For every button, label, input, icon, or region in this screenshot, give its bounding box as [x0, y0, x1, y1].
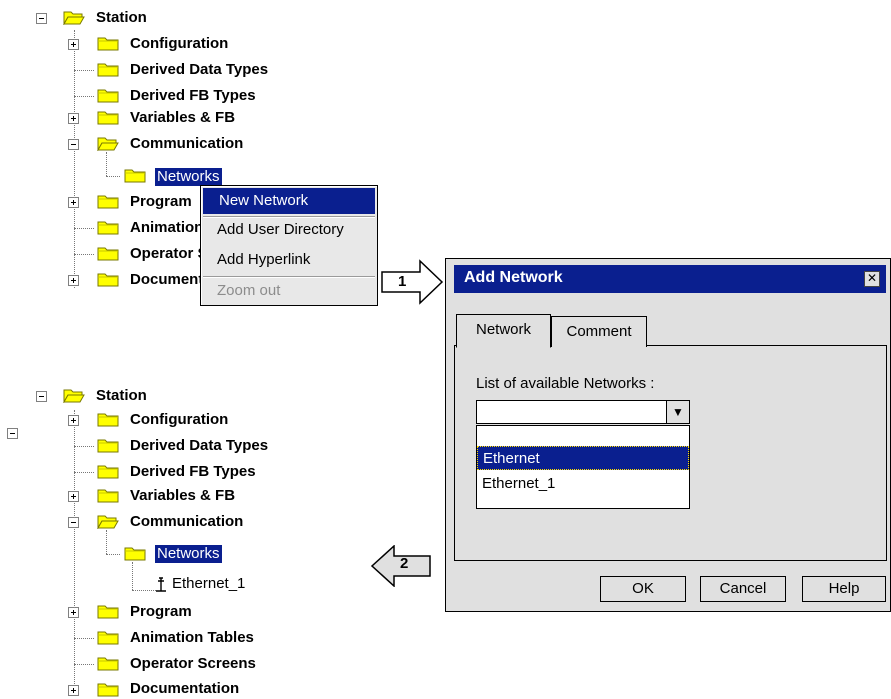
collapse-icon[interactable]: [68, 139, 79, 150]
tree-item-configuration[interactable]: Configuration: [130, 35, 228, 53]
tree-item-derived-fb-types[interactable]: Derived FB Types: [130, 463, 256, 481]
folder-icon: [97, 220, 119, 235]
tree-item-derived-data-types[interactable]: Derived Data Types: [130, 61, 268, 79]
folder-icon: [97, 438, 119, 453]
tree-item-documentation[interactable]: Documentation: [130, 680, 239, 698]
tree-root-station[interactable]: Station: [96, 9, 147, 27]
menu-item-add-hyperlink[interactable]: Add Hyperlink: [201, 247, 377, 273]
add-network-dialog: Add Network ✕ Network Comment List of av…: [445, 258, 891, 612]
help-button[interactable]: Help: [802, 576, 886, 602]
expand-icon[interactable]: [68, 685, 79, 696]
folder-icon: [97, 246, 119, 261]
callout-1-label: 1: [398, 273, 407, 290]
open-folder-icon: [97, 136, 119, 151]
folder-icon: [97, 488, 119, 503]
collapse-icon[interactable]: [7, 428, 18, 439]
folder-icon: [97, 36, 119, 51]
callout-arrow-1: [381, 259, 444, 305]
ok-button[interactable]: OK: [600, 576, 686, 602]
expand-icon[interactable]: [68, 491, 79, 502]
dialog-titlebar[interactable]: Add Network ✕: [454, 265, 886, 293]
folder-icon: [97, 464, 119, 479]
expand-icon[interactable]: [68, 39, 79, 50]
tree-item-variables-fb[interactable]: Variables & FB: [130, 109, 235, 127]
tree-item-networks[interactable]: Networks: [155, 545, 222, 563]
tree-item-networks[interactable]: Networks: [155, 168, 222, 186]
networks-list-label: List of available Networks :: [476, 375, 655, 392]
expand-icon[interactable]: [68, 197, 79, 208]
context-menu: New Network Add User Directory Add Hyper…: [200, 185, 378, 306]
folder-icon: [97, 412, 119, 427]
menu-item-new-network[interactable]: New Network: [203, 188, 375, 214]
folder-icon: [124, 546, 146, 561]
tree-item-derived-fb-types[interactable]: Derived FB Types: [130, 87, 256, 105]
tab-network[interactable]: Network: [456, 314, 551, 348]
folder-icon: [97, 62, 119, 77]
collapse-icon[interactable]: [68, 517, 79, 528]
tree-item-program[interactable]: Program: [130, 603, 192, 621]
tree-item-operator-screens[interactable]: Operator Screens: [130, 655, 256, 673]
tree-item-communication[interactable]: Communication: [130, 513, 243, 531]
expand-icon[interactable]: [68, 415, 79, 426]
folder-icon: [97, 272, 119, 287]
open-folder-icon: [63, 388, 85, 403]
cancel-button[interactable]: Cancel: [700, 576, 786, 602]
menu-item-add-user-directory[interactable]: Add User Directory: [201, 217, 377, 243]
tree-item-program[interactable]: Program: [130, 193, 192, 211]
tree-item-ethernet-1[interactable]: Ethernet_1: [172, 575, 245, 593]
networks-dropdown-list: Ethernet Ethernet_1: [476, 425, 690, 509]
close-icon[interactable]: ✕: [864, 271, 880, 287]
folder-icon: [97, 630, 119, 645]
tree-item-derived-data-types[interactable]: Derived Data Types: [130, 437, 268, 455]
folder-icon: [124, 168, 146, 183]
open-folder-icon: [97, 514, 119, 529]
folder-icon: [97, 88, 119, 103]
dropdown-option-ethernet[interactable]: Ethernet: [477, 446, 689, 470]
dialog-title: Add Network: [464, 269, 563, 286]
network-node-icon: [156, 577, 166, 592]
folder-icon: [97, 682, 119, 697]
expand-icon[interactable]: [68, 607, 79, 618]
folder-icon: [97, 604, 119, 619]
chevron-down-icon[interactable]: ▼: [666, 401, 689, 423]
menu-item-zoom-out[interactable]: Zoom out: [201, 278, 377, 304]
tab-comment[interactable]: Comment: [551, 316, 647, 347]
expand-icon[interactable]: [68, 275, 79, 286]
expand-icon[interactable]: [68, 113, 79, 124]
callout-2-label: 2: [400, 555, 409, 572]
tree-root-station[interactable]: Station: [96, 387, 147, 405]
tree-item-animation-tables[interactable]: Animation Tables: [130, 629, 254, 647]
folder-icon: [97, 194, 119, 209]
collapse-icon[interactable]: [36, 13, 47, 24]
folder-icon: [97, 656, 119, 671]
collapse-icon[interactable]: [36, 391, 47, 402]
tree-item-configuration[interactable]: Configuration: [130, 411, 228, 429]
dropdown-option-ethernet-1[interactable]: Ethernet_1: [477, 472, 689, 496]
tree-item-variables-fb[interactable]: Variables & FB: [130, 487, 235, 505]
open-folder-icon: [63, 10, 85, 25]
tree-item-communication[interactable]: Communication: [130, 135, 243, 153]
networks-combo[interactable]: ▼: [476, 400, 690, 424]
folder-icon: [97, 110, 119, 125]
